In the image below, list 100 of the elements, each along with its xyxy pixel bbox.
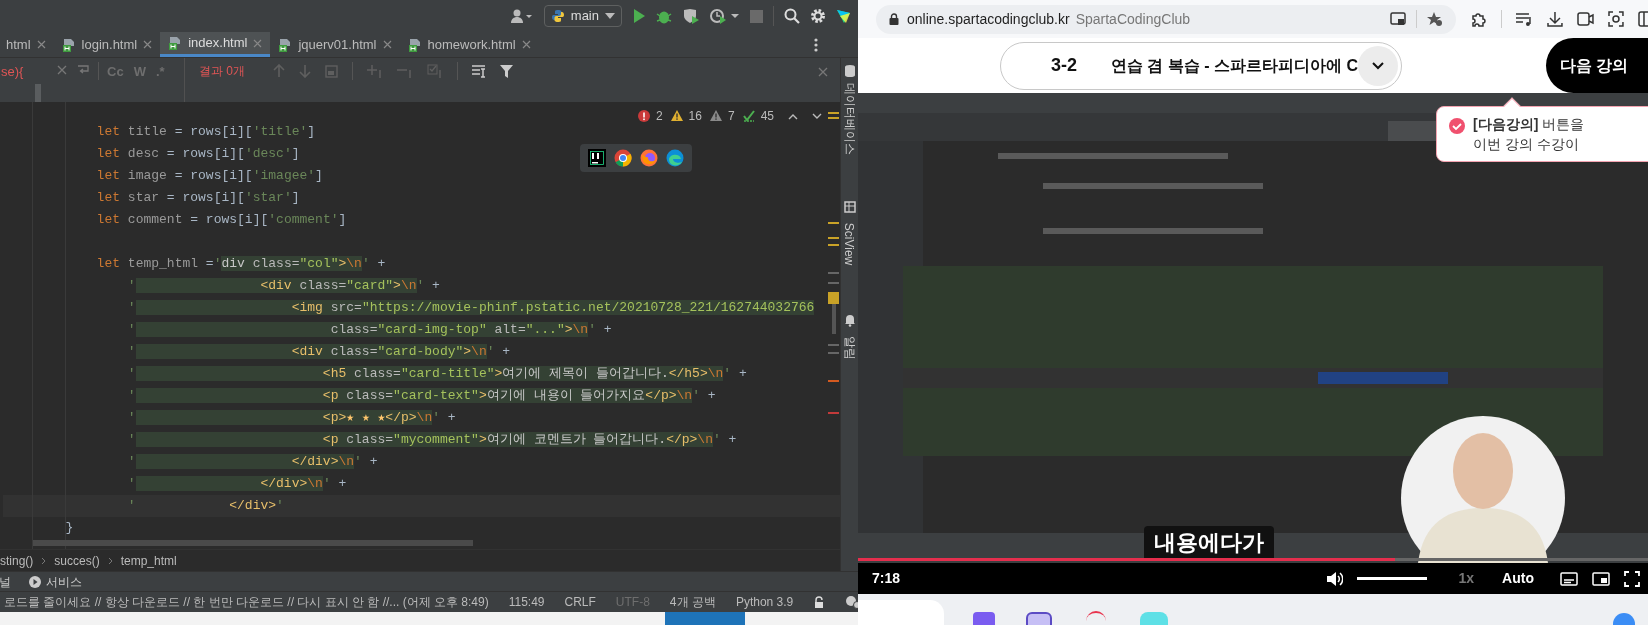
picture-in-picture-icon[interactable] (1592, 571, 1610, 586)
tool-window-button[interactable]: 널 (0, 572, 11, 591)
code-line: let title = rows[i]['title'] (95, 123, 316, 141)
code-line: let star = rows[i]['star'] (95, 189, 300, 207)
code-line: ' <p class="card-text">여기에 내용이 들어가지요</p>\n' + (126, 387, 716, 405)
chrome-icon[interactable] (614, 149, 632, 167)
code-line: ' <p class="mycomment">여기에 코멘트가 들어갑니다.</p>\n' + (126, 431, 737, 449)
subtitles-icon[interactable] (1560, 571, 1578, 586)
camera-icon[interactable] (1577, 12, 1595, 26)
install-app-icon[interactable] (1390, 12, 1407, 26)
subtitle: 내용에다가 (1144, 526, 1274, 560)
screenshot-icon[interactable] (1608, 11, 1625, 27)
lock-icon[interactable] (813, 596, 826, 608)
close-icon[interactable] (521, 40, 531, 49)
filter-icon[interactable] (500, 64, 513, 78)
status-item[interactable]: CRLF (564, 593, 596, 611)
file-tab[interactable]: index.html (160, 32, 271, 57)
lecture-number: 3-2 (1051, 54, 1077, 77)
edge-icon[interactable] (666, 149, 684, 167)
breadcrumb[interactable]: succes() (54, 551, 100, 570)
current-time: 7:18 (872, 569, 901, 588)
next-lecture-button[interactable]: 다음 강의 (1546, 38, 1648, 93)
extensions-icon[interactable] (1470, 10, 1488, 28)
more-icon[interactable] (814, 37, 818, 52)
breadcrumb[interactable]: temp_html (120, 551, 177, 570)
tool-window-button[interactable]: 서비스 (46, 572, 82, 591)
grid-icon[interactable] (843, 201, 856, 214)
python-icon (550, 9, 565, 23)
close-icon[interactable] (143, 40, 153, 49)
code-line: ' <h5 class="card-title">여기에 제목이 들어갑니다.</h5>\n' + (126, 365, 747, 383)
code-line: ' <div class="card">\n' + (126, 277, 440, 295)
branch-dropdown[interactable]: main (543, 5, 622, 27)
code-line: ' <div class="card-body">\n' + (126, 343, 511, 361)
typo-check-icon[interactable] (742, 110, 755, 122)
tool-window-tab[interactable]: 알림 (840, 336, 859, 360)
coverage-icon[interactable] (682, 8, 700, 24)
star-icon[interactable] (1427, 11, 1444, 27)
url-text: online.spartacodingclub.kr (907, 9, 1070, 29)
problem-count: 16 (688, 108, 702, 125)
scrollbar-thumb[interactable] (35, 84, 41, 102)
problem-count: 7 (727, 108, 735, 125)
problem-count: 2 (655, 108, 663, 125)
playlist-icon[interactable] (1516, 11, 1534, 27)
problem-count: 45 (760, 108, 774, 125)
fullscreen-icon[interactable] (1624, 570, 1640, 587)
warning-icon[interactable] (670, 110, 683, 122)
chevron-up-icon[interactable] (788, 112, 798, 120)
file-tab[interactable]: jquerv01.html (270, 32, 400, 57)
file-tab[interactable]: html (0, 32, 54, 57)
error-icon[interactable] (637, 110, 650, 122)
filter-lines-icon[interactable] (472, 64, 486, 78)
code-line: ' class="card-img-top" alt="...">\n' + (126, 321, 612, 339)
user-icon[interactable] (509, 8, 534, 24)
status-message: 로드를 줄이세요 // 항상 다운로드 // 한 번만 다운로드 // 다시 표시 안 함 //... (어제 오후 8:49) (3, 594, 489, 611)
notice-text: [다음강의] 버튼을 (1473, 115, 1585, 134)
quality-setting[interactable]: Auto (1502, 568, 1534, 589)
search-icon[interactable] (784, 8, 800, 24)
status-item[interactable]: Python 3.9 (735, 593, 794, 611)
html-file-icon (168, 36, 183, 50)
chevron-right-icon (107, 556, 113, 565)
firefox-icon[interactable] (640, 149, 658, 167)
tool-window-tab[interactable]: SciView (840, 222, 859, 266)
status-item[interactable]: 115:49 (508, 593, 545, 611)
code-line: } (64, 519, 74, 537)
close-icon[interactable] (382, 40, 392, 49)
bell-icon[interactable] (843, 314, 856, 327)
volume-icon[interactable] (1325, 570, 1343, 587)
status-item[interactable]: 4개 공백 (669, 593, 716, 611)
site-name: SpartaCodingClub (1075, 9, 1191, 29)
profiler-icon[interactable] (710, 8, 740, 24)
app-logo-icon[interactable] (836, 8, 852, 24)
pycharm-icon[interactable] (588, 149, 606, 167)
html-file-icon (407, 37, 422, 52)
breadcrumb[interactable]: sting() (0, 551, 34, 570)
play-circle-icon (29, 575, 41, 588)
file-tab[interactable]: login.html (53, 32, 161, 57)
lecture-title: 연습 겸 복습 - 스파르타피디아에 C (1111, 55, 1359, 76)
html-file-icon (61, 37, 76, 52)
settings-icon[interactable] (810, 8, 826, 24)
playback-speed[interactable]: 1x (1458, 568, 1475, 589)
run-icon[interactable] (632, 8, 646, 24)
lock-icon (889, 13, 899, 25)
chevron-down-icon[interactable] (812, 112, 822, 120)
weak-warning-icon[interactable] (709, 110, 722, 122)
notice-text: 이번 강의 수강이 (1473, 135, 1580, 154)
tool-window-tab[interactable]: 데이터베이스 (840, 83, 859, 155)
chevron-right-icon (41, 556, 47, 565)
address-bar[interactable]: online.spartacodingclub.kr SpartaCodingClub (876, 4, 1457, 34)
close-icon[interactable] (36, 40, 46, 49)
code-line: let desc = rows[i]['desc'] (95, 145, 300, 163)
check-cursor-icon[interactable] (427, 64, 443, 78)
html-file-icon (278, 37, 293, 52)
sidebar-icon[interactable] (1638, 11, 1648, 27)
caret-icon (605, 13, 615, 19)
results-count: 결과 0개 (199, 63, 245, 80)
database-icon[interactable] (843, 64, 856, 77)
code-line: let comment = rows[i]['comment'] (95, 211, 347, 229)
file-tab[interactable]: homework.html (399, 32, 539, 57)
chevron-down-icon (1372, 61, 1385, 70)
download-icon[interactable] (1547, 11, 1564, 27)
